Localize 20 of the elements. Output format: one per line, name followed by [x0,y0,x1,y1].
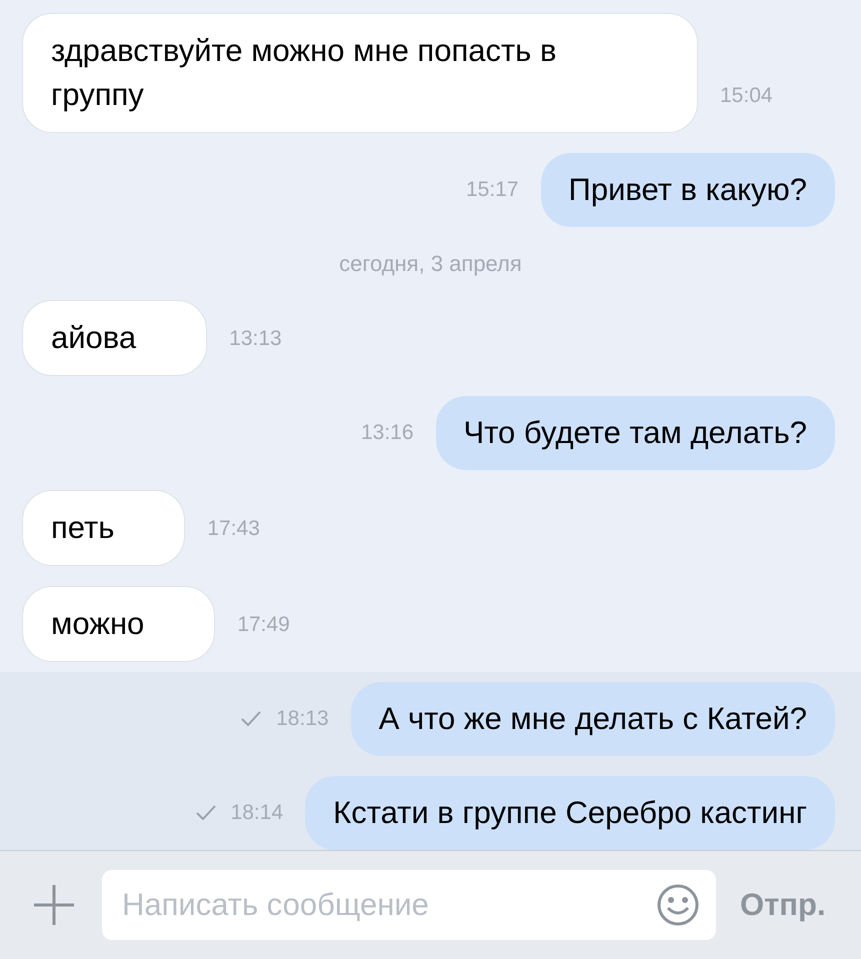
date-separator: сегодня, 3 апреля [339,251,522,276]
message-bubble: Привет в какую? [540,153,835,227]
message-bubble: А что же мне делать с Катей? [350,682,835,756]
message-bubble: петь [22,490,186,566]
message-time: 13:16 [360,420,414,446]
message-time: 17:43 [207,516,260,542]
message-time: 18:13 [276,706,329,732]
message-time: 15:17 [466,176,519,202]
send-button[interactable]: Отпр. [740,882,826,928]
message-bubble: Кстати в группе Серебро кастинг [305,776,835,850]
message-time: 18:14 [230,800,284,826]
message-bubble: можно [22,586,216,662]
smiley-icon[interactable] [656,883,700,927]
message-bubble: здравствуйте можно мне попасть в группу [22,13,698,133]
message-time: 17:49 [237,612,290,638]
message-input[interactable]: Написать сообщение [102,870,716,940]
message-time: 13:13 [229,326,282,352]
message-bubble: Что будете там делать? [436,396,835,470]
message-bubble: айова [22,300,208,376]
message-time: 15:04 [720,82,773,108]
